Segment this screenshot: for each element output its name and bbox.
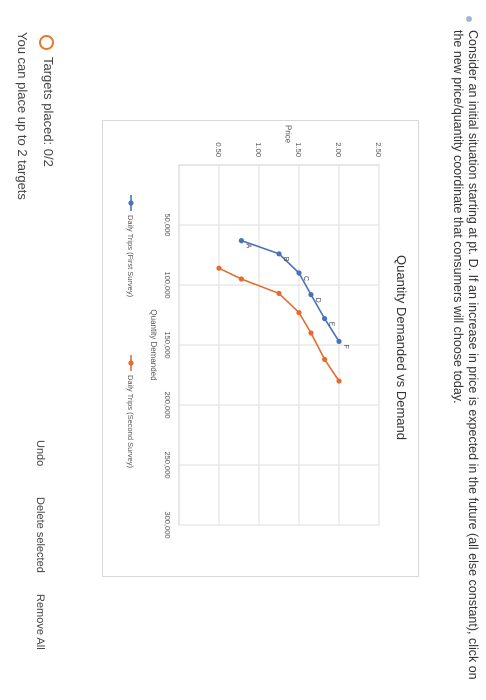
point-label-a: A: [244, 244, 251, 249]
data-point[interactable]: [308, 330, 314, 336]
question-panel: Consider an initial situation starting a…: [0, 0, 486, 700]
series-line-1: [241, 239, 340, 342]
y-tick-label: 1.50: [294, 142, 303, 157]
x-tick-label: 150,000: [163, 331, 172, 358]
x-tick-label: 300,000: [163, 511, 172, 538]
data-point[interactable]: [276, 290, 282, 296]
y-tick-label: 1.00: [254, 142, 263, 157]
data-point[interactable]: [336, 378, 342, 384]
y-tick-label: 2.00: [334, 142, 343, 157]
question-text: Consider an initial situation starting a…: [451, 30, 480, 680]
data-point[interactable]: [321, 316, 328, 322]
undo-button[interactable]: Undo: [34, 440, 46, 466]
x-tick-label: 50,000: [163, 214, 172, 237]
legend-swatch-dot: [128, 200, 134, 206]
y-axis-label: Price: [283, 125, 292, 144]
point-label-f: F: [342, 344, 349, 348]
data-point[interactable]: [238, 238, 244, 244]
y-tick-label: 0.50: [214, 142, 223, 157]
remove-all-button[interactable]: Remove All: [34, 594, 46, 650]
demand-chart[interactable]: 50,000 100,000 150,000 200,000 250,000 300,00…: [104, 120, 419, 575]
x-tick-label: 200,000: [163, 391, 172, 418]
point-label-b: B: [282, 257, 289, 262]
data-point[interactable]: [216, 265, 222, 271]
data-point[interactable]: [321, 356, 328, 362]
point-label-e: E: [328, 322, 335, 327]
data-point[interactable]: [336, 338, 342, 344]
targets-limit-note: You can place up to 2 targets: [15, 32, 30, 200]
legend-entry: Daily Trips (Second Survey): [126, 375, 135, 468]
point-label-c: C: [302, 276, 309, 281]
bullet-dot-icon: [466, 16, 472, 22]
legend-entry: Daily Trips (First Survey): [126, 215, 135, 298]
data-point[interactable]: [308, 292, 314, 298]
legend-swatch-dot: [128, 360, 134, 366]
targets-placed-text: Targets placed: 0/2: [41, 57, 56, 167]
status-circle-icon: [39, 35, 54, 50]
y-tick-label: 2.50: [374, 142, 383, 157]
point-label-d: D: [314, 298, 321, 303]
data-point[interactable]: [276, 251, 282, 257]
x-tick-label: 100,000: [163, 271, 172, 298]
delete-selected-button[interactable]: Delete selected: [34, 497, 46, 573]
x-axis-label: Quantity Demanded: [149, 309, 158, 380]
x-tick-label: 250,000: [163, 451, 172, 478]
data-point[interactable]: [296, 310, 302, 316]
data-point[interactable]: [296, 270, 302, 276]
data-point[interactable]: [238, 276, 244, 282]
